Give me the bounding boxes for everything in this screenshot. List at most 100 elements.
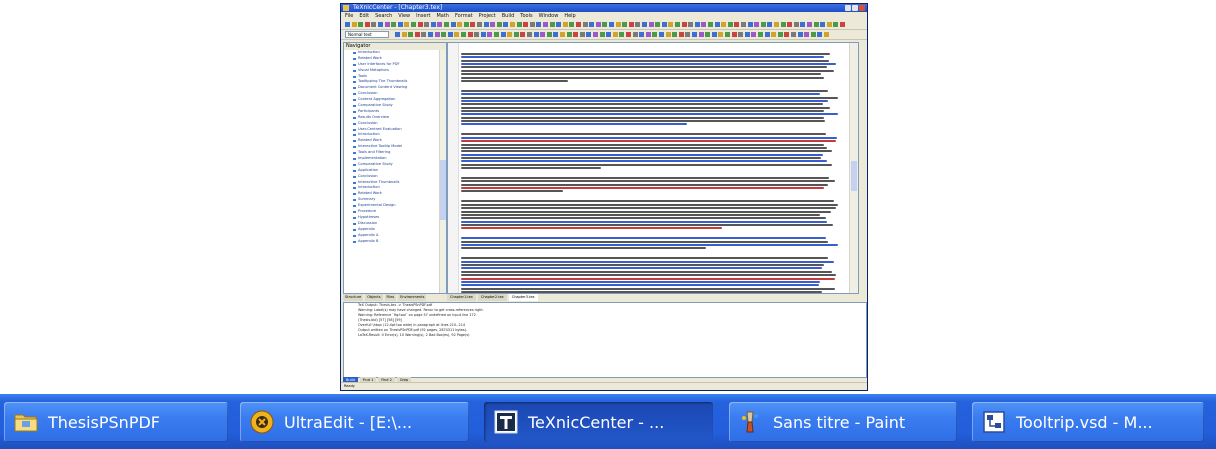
toolbar-button-icon[interactable]: [619, 32, 625, 37]
toolbar-button-icon[interactable]: [668, 22, 674, 27]
toolbar-button-icon[interactable]: [738, 32, 744, 37]
toolbar-button-icon[interactable]: [434, 32, 440, 37]
toolbar-button-icon[interactable]: [520, 32, 526, 37]
editor-scroll-thumb[interactable]: [851, 161, 857, 191]
toolbar-button-icon[interactable]: [430, 22, 436, 27]
toolbar-button-icon[interactable]: [560, 32, 565, 37]
menu-build[interactable]: Build: [502, 12, 515, 20]
toolbar-button-icon[interactable]: [457, 22, 463, 27]
toolbar-button-icon[interactable]: [397, 22, 403, 27]
toolbar-button-icon[interactable]: [474, 32, 480, 37]
toolbar-button-icon[interactable]: [441, 32, 447, 37]
toolbar-button-icon[interactable]: [586, 32, 592, 37]
toolbar-button-icon[interactable]: [527, 32, 532, 37]
toolbar-button-icon[interactable]: [546, 32, 552, 37]
toolbar-button-icon[interactable]: [764, 32, 770, 37]
toolbar-button-icon[interactable]: [414, 32, 420, 37]
menu-search[interactable]: Search: [375, 12, 392, 20]
tab-structure[interactable]: Structure: [343, 294, 364, 301]
toolbar-button-icon[interactable]: [490, 22, 496, 27]
editor-scrollbar[interactable]: [849, 43, 858, 293]
toolbar-button-icon[interactable]: [767, 22, 773, 27]
menu-help[interactable]: Help: [564, 12, 575, 20]
toolbar-button-icon[interactable]: [503, 22, 509, 27]
menu-window[interactable]: Window: [539, 12, 559, 20]
toolbar-button-icon[interactable]: [510, 22, 515, 27]
toolbar-button-icon[interactable]: [358, 22, 364, 27]
toolbar-button-icon[interactable]: [467, 32, 473, 37]
toolbar-button-icon[interactable]: [688, 22, 694, 27]
toolbar-button-icon[interactable]: [593, 32, 598, 37]
toolbar-button-icon[interactable]: [793, 22, 799, 27]
taskbar-button-thesispsnpdf[interactable]: ThesisPSnPDF: [4, 402, 228, 442]
toolbar-button-icon[interactable]: [820, 22, 826, 27]
toolbar-button-icon[interactable]: [569, 22, 575, 27]
toolbar-button-icon[interactable]: [494, 32, 499, 37]
toolbar-button-icon[interactable]: [791, 32, 796, 37]
toolbar-button-icon[interactable]: [711, 32, 717, 37]
toolbar-button-icon[interactable]: [804, 32, 810, 37]
toolbar-button-icon[interactable]: [708, 22, 713, 27]
toolbar-button-icon[interactable]: [642, 22, 647, 27]
toolbar-button-icon[interactable]: [401, 32, 407, 37]
toolbar-button-icon[interactable]: [424, 22, 430, 27]
toolbar-button-icon[interactable]: [754, 22, 760, 27]
toolbar-button-icon[interactable]: [480, 32, 486, 37]
taskbar-button-visio[interactable]: Tooltrip.vsd - M...: [972, 402, 1204, 442]
toolbar-button-icon[interactable]: [780, 22, 786, 27]
navigator-item[interactable]: Appendix B: [353, 239, 446, 245]
menu-tools[interactable]: Tools: [520, 12, 532, 20]
format-combo[interactable]: Normal text: [345, 31, 389, 38]
toolbar-button-icon[interactable]: [536, 22, 542, 27]
toolbar-button-icon[interactable]: [661, 22, 667, 27]
toolbar-button-icon[interactable]: [632, 32, 638, 37]
toolbar-button-icon[interactable]: [463, 22, 469, 27]
toolbar-button-icon[interactable]: [461, 32, 466, 37]
toolbar-button-icon[interactable]: [408, 32, 414, 37]
taskbar-button-paint[interactable]: Sans titre - Paint: [729, 402, 957, 442]
toolbar-button-icon[interactable]: [800, 22, 806, 27]
tab-files[interactable]: Files: [384, 294, 397, 301]
toolbar-button-icon[interactable]: [628, 22, 634, 27]
toolbar-button-icon[interactable]: [450, 22, 456, 27]
toolbar-button-icon[interactable]: [437, 22, 443, 27]
toolbar-button-icon[interactable]: [371, 22, 377, 27]
toolbar-button-icon[interactable]: [529, 22, 535, 27]
tab-chapter1[interactable]: Chapter1.tex: [447, 294, 476, 301]
toolbar-button-icon[interactable]: [760, 22, 766, 27]
toolbar-button-icon[interactable]: [562, 22, 568, 27]
menu-format[interactable]: Format: [455, 12, 473, 20]
toolbar-button-icon[interactable]: [681, 22, 687, 27]
toolbar-button-icon[interactable]: [345, 22, 350, 27]
toolbar-button-icon[interactable]: [533, 32, 539, 37]
toolbar-button-icon[interactable]: [556, 22, 562, 27]
toolbar-button-icon[interactable]: [384, 22, 390, 27]
toolbar-button-icon[interactable]: [470, 22, 476, 27]
toolbar-button-icon[interactable]: [421, 32, 427, 37]
toolbar-button-icon[interactable]: [645, 32, 651, 37]
toolbar-button-icon[interactable]: [648, 22, 654, 27]
taskbar-button-ultraedit[interactable]: UltraEdit - [E:\...: [240, 402, 469, 442]
tab-environments[interactable]: Environments: [398, 294, 427, 301]
toolbar-button-icon[interactable]: [404, 22, 410, 27]
toolbar-button-icon[interactable]: [496, 22, 502, 27]
toolbar-button-icon[interactable]: [566, 32, 572, 37]
menu-math[interactable]: Math: [436, 12, 449, 20]
toolbar-button-icon[interactable]: [573, 32, 579, 37]
toolbar-button-icon[interactable]: [714, 22, 720, 27]
taskbar-button-texniccenter[interactable]: TeXnicCenter - ...: [484, 402, 713, 442]
toolbar-button-icon[interactable]: [675, 22, 680, 27]
toolbar-button-icon[interactable]: [678, 32, 684, 37]
toolbar-button-icon[interactable]: [639, 32, 645, 37]
toolbar-button-icon[interactable]: [787, 22, 793, 27]
menu-project[interactable]: Project: [479, 12, 496, 20]
toolbar-button-icon[interactable]: [444, 22, 449, 27]
menu-insert[interactable]: Insert: [416, 12, 430, 20]
toolbar-button-icon[interactable]: [672, 32, 678, 37]
toolbar-button-icon[interactable]: [774, 22, 779, 27]
toolbar-button-icon[interactable]: [692, 32, 697, 37]
toolbar-button-icon[interactable]: [758, 32, 763, 37]
toolbar-button-icon[interactable]: [417, 22, 423, 27]
toolbar-button-icon[interactable]: [454, 32, 460, 37]
toolbar-button-icon[interactable]: [698, 32, 704, 37]
